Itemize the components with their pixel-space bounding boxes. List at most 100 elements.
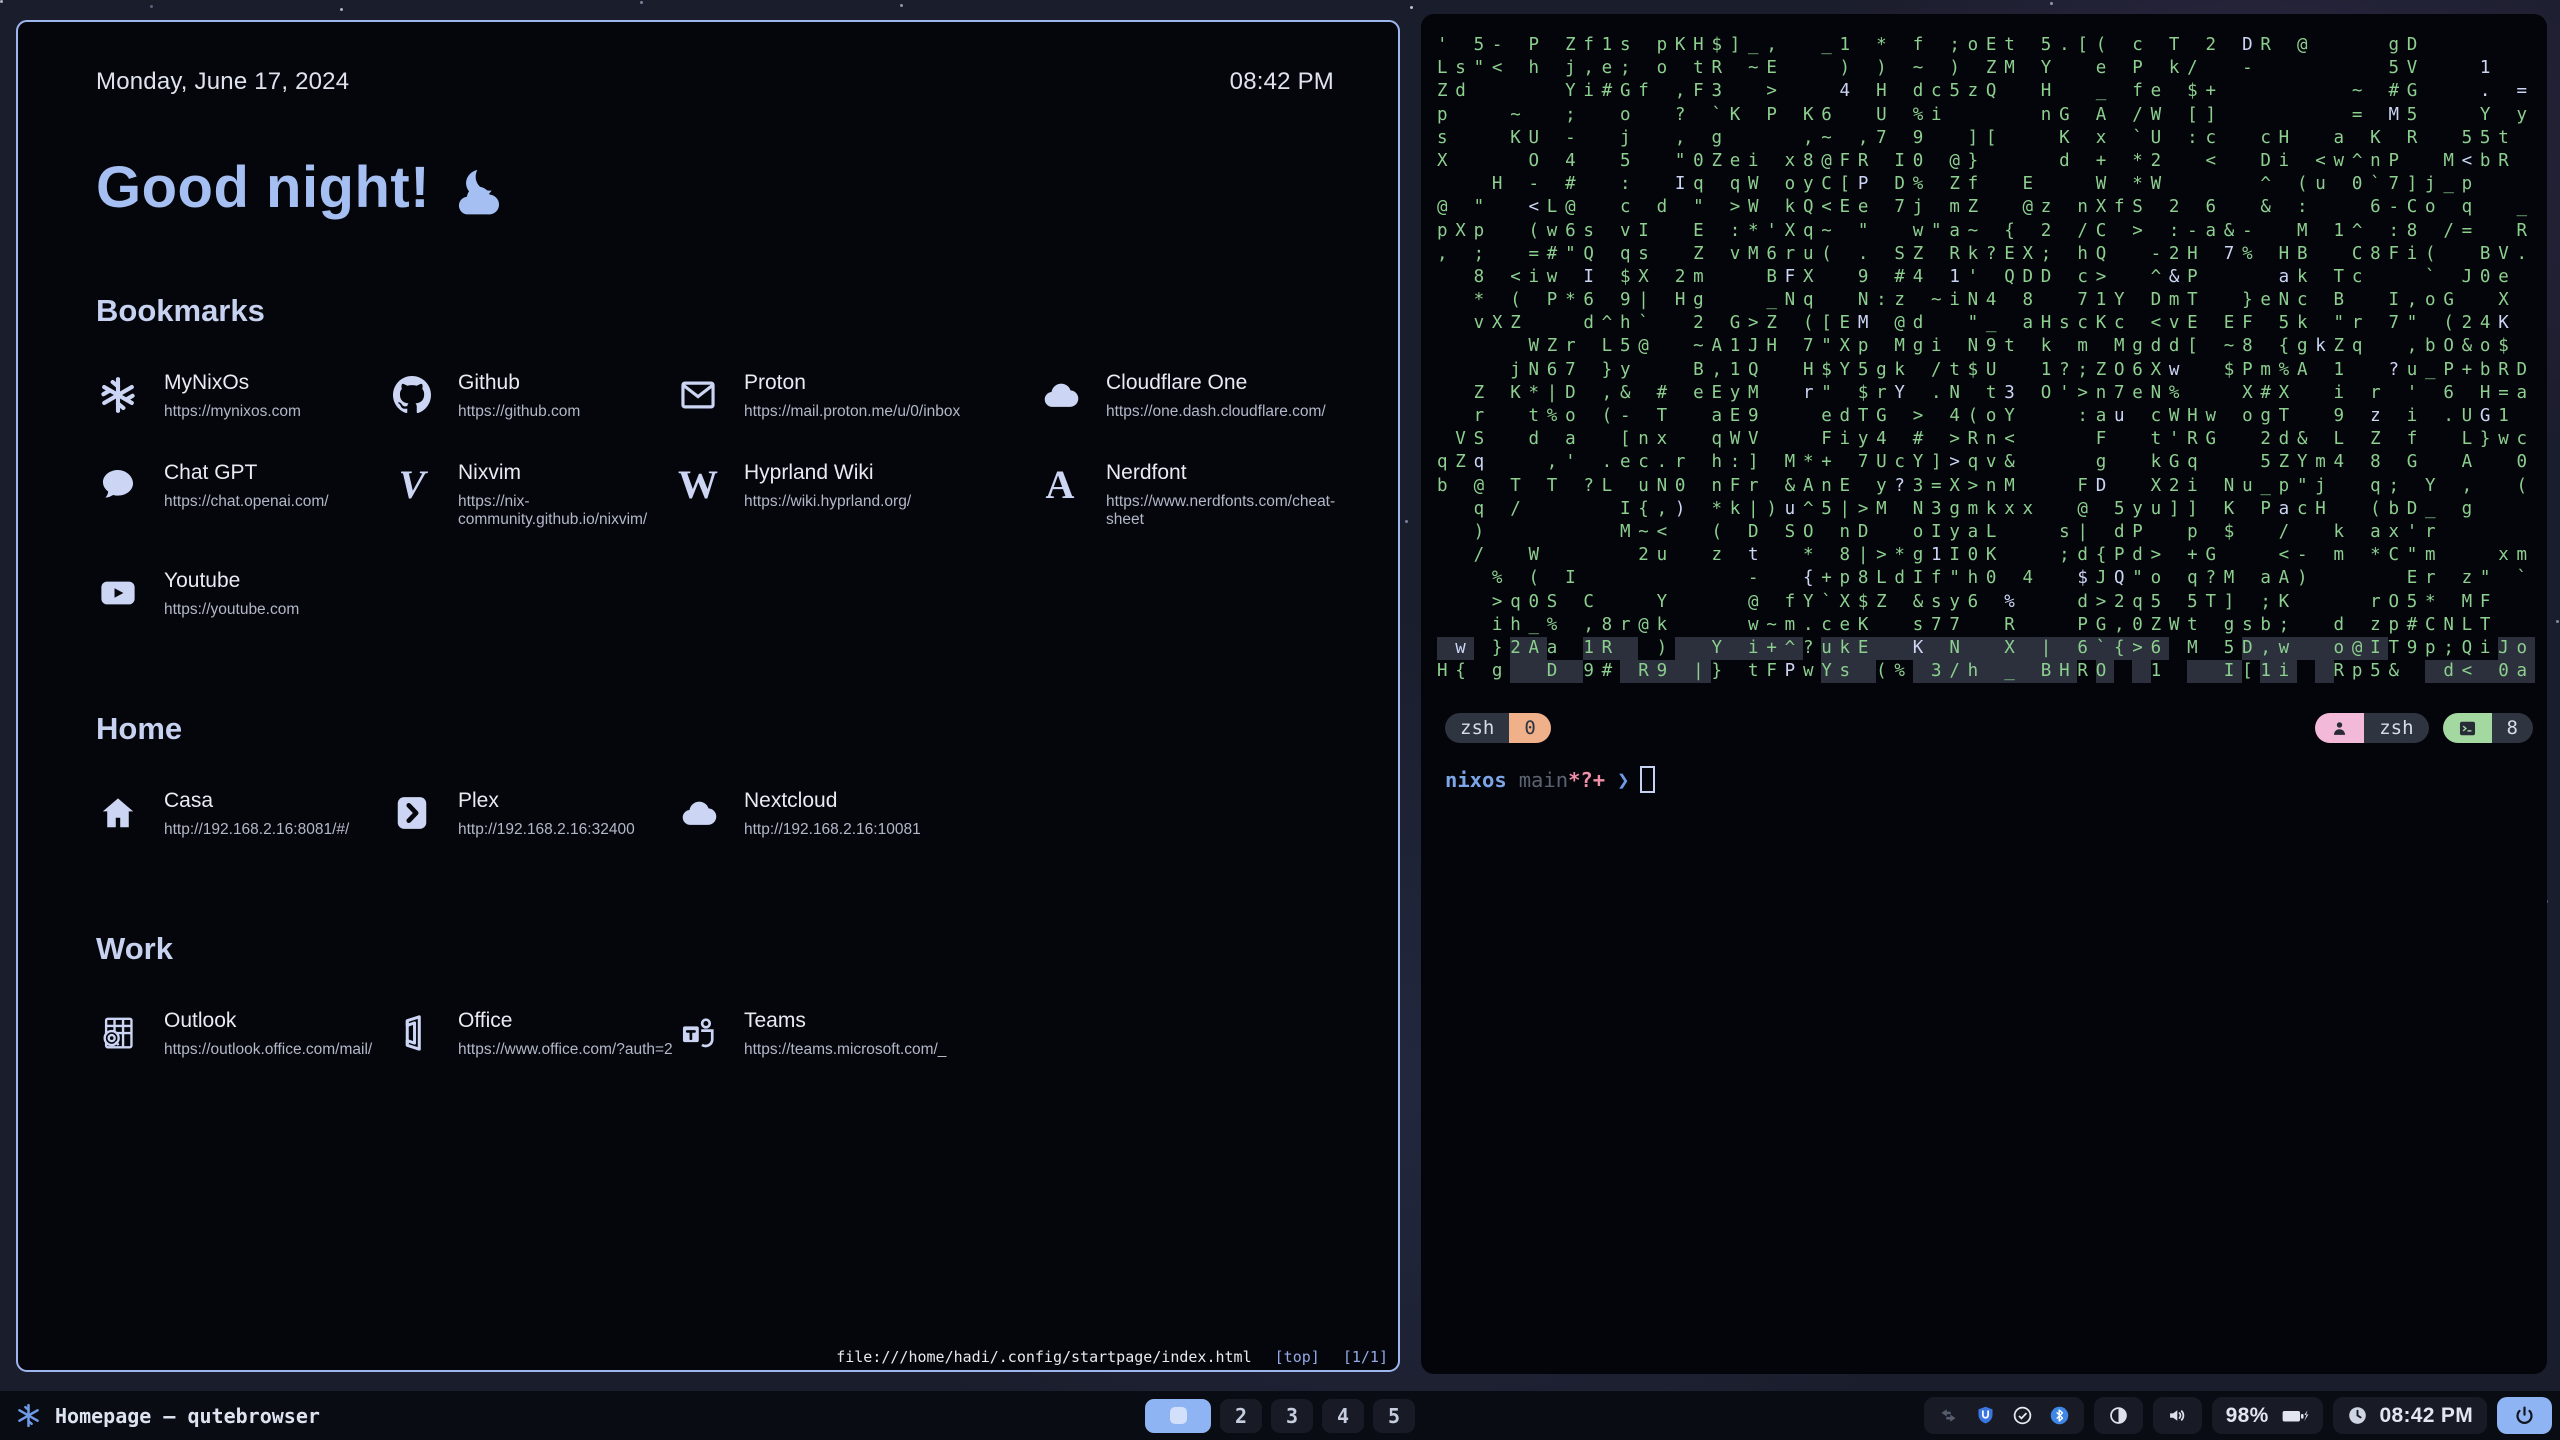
- tab-index-badge: 0: [1509, 713, 1550, 743]
- youtube-icon: [96, 571, 140, 615]
- terminal-tabbar: zsh 0 zsh 8: [1445, 712, 2533, 744]
- half-circle-icon: [2108, 1405, 2129, 1426]
- bookmark-url: https://www.office.com/?auth=2: [458, 1041, 673, 1059]
- cloud-moon-icon: [448, 167, 506, 217]
- bookmark-url: https://one.dash.cloudflare.com/: [1106, 403, 1326, 421]
- chat-bubble-icon: [96, 463, 140, 507]
- bookmark-url: https://teams.microsoft.com/_: [744, 1041, 946, 1059]
- bookmark-item[interactable]: Office https://www.office.com/?auth=2: [390, 1009, 676, 1059]
- volume-module[interactable]: [2153, 1397, 2202, 1434]
- speaker-icon: [2167, 1405, 2188, 1426]
- vim-icon: V: [390, 463, 434, 507]
- prompt-git-branch: main*?+: [1519, 768, 1605, 792]
- tab-counter: [1/1]: [1343, 1348, 1388, 1366]
- shell-prompt[interactable]: nixos main*?+ ❯: [1445, 766, 1655, 793]
- battery-charging-icon: [2281, 1405, 2309, 1427]
- bookmark-url: https://wiki.hyprland.org/: [744, 493, 911, 511]
- battery-percent: 98%: [2226, 1404, 2269, 1428]
- bookmark-url: http://192.168.2.16:10081: [744, 821, 921, 839]
- github-icon: [390, 373, 434, 417]
- bookmark-url: https://mynixos.com: [164, 403, 301, 421]
- power-button[interactable]: [2497, 1397, 2552, 1434]
- terminal-tab-zsh[interactable]: zsh 0: [1445, 713, 1551, 743]
- night-light-module[interactable]: [2094, 1397, 2143, 1434]
- bookmark-item[interactable]: MyNixOs https://mynixos.com: [96, 371, 390, 421]
- home-icon: [96, 791, 140, 835]
- window-count-indicator[interactable]: 8: [2443, 713, 2533, 743]
- bookmark-name: Cloudflare One: [1106, 371, 1326, 395]
- workspace-button-3[interactable]: 3: [1271, 1399, 1313, 1433]
- bookmark-url: https://youtube.com: [164, 601, 299, 619]
- outlook-icon: [96, 1011, 140, 1055]
- bookmark-item[interactable]: Outlookhttps://outlook.office.com/mail/: [96, 1009, 390, 1059]
- prompt-host: nixos: [1445, 768, 1507, 792]
- bookmark-name: Office: [458, 1009, 673, 1033]
- bar-right-modules: 98% 08:42 PM: [1924, 1391, 2552, 1440]
- qutebrowser-window: Monday, June 17, 2024 08:42 PM Good nigh…: [16, 20, 1400, 1372]
- shield-icon[interactable]: [1975, 1405, 1996, 1426]
- section-title: Bookmarks: [96, 293, 1334, 329]
- tab-label: zsh: [1445, 713, 1509, 743]
- bookmark-item[interactable]: ANerdfonthttps://www.nerdfonts.com/cheat…: [1038, 461, 1335, 529]
- bookmark-item[interactable]: Plex http://192.168.2.16:32400: [390, 789, 676, 839]
- check-circle-icon[interactable]: [2012, 1405, 2033, 1426]
- bookmark-url: https://github.com: [458, 403, 580, 421]
- bookmark-name: Proton: [744, 371, 960, 395]
- statusbar-url: file:///home/hadi/.config/startpage/inde…: [836, 1348, 1251, 1366]
- workspace-button-4[interactable]: 4: [1322, 1399, 1364, 1433]
- bookmark-url: https://outlook.office.com/mail/: [164, 1041, 372, 1059]
- status-bar: Homepage — qutebrowser 2345 98% 08:42 PM: [0, 1391, 2560, 1440]
- bookmark-item[interactable]: W Hyprland Wiki https://wiki.hyprland.org/: [676, 461, 1038, 529]
- prompt-symbol: ❯: [1617, 768, 1629, 792]
- clock-icon: [2347, 1405, 2368, 1426]
- terminal-cursor: [1640, 766, 1655, 793]
- bookmark-item[interactable]: Nextcloud http://192.168.2.16:10081: [676, 789, 1038, 839]
- greeting: Good night!: [96, 154, 1334, 221]
- envelope-icon: [676, 373, 720, 417]
- bookmark-item[interactable]: Chat GPThttps://chat.openai.com/: [96, 461, 390, 529]
- bookmark-name: Youtube: [164, 569, 299, 593]
- session-indicator[interactable]: zsh: [2315, 713, 2428, 743]
- bluetooth-icon[interactable]: [2049, 1405, 2070, 1426]
- bookmark-url: https://mail.proton.me/u/0/inbox: [744, 403, 960, 421]
- bookmark-name: Casa: [164, 789, 349, 813]
- bookmark-item[interactable]: Youtube https://youtube.com: [96, 569, 390, 619]
- section-bookmarks: Bookmarks MyNixOs https://mynixos.com Githu…: [96, 293, 1334, 619]
- clock-module[interactable]: 08:42 PM: [2333, 1397, 2487, 1434]
- terminal-icon: [2443, 713, 2492, 743]
- power-icon: [2514, 1405, 2535, 1426]
- scroll-position: [top]: [1275, 1348, 1320, 1366]
- section-work: Work Outlookhttps://outlook.office.com/ma…: [96, 931, 1334, 1059]
- bookmark-name: Chat GPT: [164, 461, 329, 485]
- bookmark-item[interactable]: Githubhttps://github.com: [390, 371, 676, 421]
- user-icon: [2315, 713, 2364, 743]
- bookmark-name: Teams: [744, 1009, 946, 1033]
- workspace-button-1[interactable]: [1145, 1399, 1211, 1433]
- nix-snowflake-icon: [96, 373, 140, 417]
- system-tray[interactable]: [1924, 1397, 2084, 1434]
- bookmark-url: http://192.168.2.16:8081/#/: [164, 821, 349, 839]
- bookmark-item[interactable]: Teams https://teams.microsoft.com/_: [676, 1009, 1038, 1059]
- workspace-button-2[interactable]: 2: [1220, 1399, 1262, 1433]
- bookmark-name: Nextcloud: [744, 789, 921, 813]
- clock-time: 08:42 PM: [2380, 1404, 2473, 1428]
- bookmark-item[interactable]: Proton https://mail.proton.me/u/0/inbox: [676, 371, 1038, 421]
- kdeconnect-icon[interactable]: [1938, 1405, 1959, 1426]
- bookmark-item[interactable]: Casa http://192.168.2.16:8081/#/: [96, 789, 390, 839]
- prompt-git-status: *?+: [1568, 768, 1605, 792]
- cloud-icon: [1038, 373, 1082, 417]
- time-label: 08:42 PM: [1230, 68, 1334, 96]
- bookmark-name: MyNixOs: [164, 371, 301, 395]
- bookmark-name: Hyprland Wiki: [744, 461, 911, 485]
- bookmark-name: Plex: [458, 789, 635, 813]
- bookmark-item[interactable]: VNixvimhttps://nix-community.github.io/n…: [390, 461, 676, 529]
- workspace-button-5[interactable]: 5: [1373, 1399, 1415, 1433]
- bookmark-url: https://www.nerdfonts.com/cheat-sheet: [1106, 493, 1335, 529]
- letter-a-icon: A: [1038, 463, 1082, 507]
- bookmark-url: http://192.168.2.16:32400: [458, 821, 635, 839]
- section-title: Work: [96, 931, 1334, 967]
- section-home: HomeCasahttp://192.168.2.16:8081/#/Plexh…: [96, 711, 1334, 839]
- bookmark-item[interactable]: Cloudflare One https://one.dash.cloudflar…: [1038, 371, 1335, 421]
- battery-module[interactable]: 98%: [2212, 1397, 2323, 1434]
- wikipedia-w-icon: W: [676, 463, 720, 507]
